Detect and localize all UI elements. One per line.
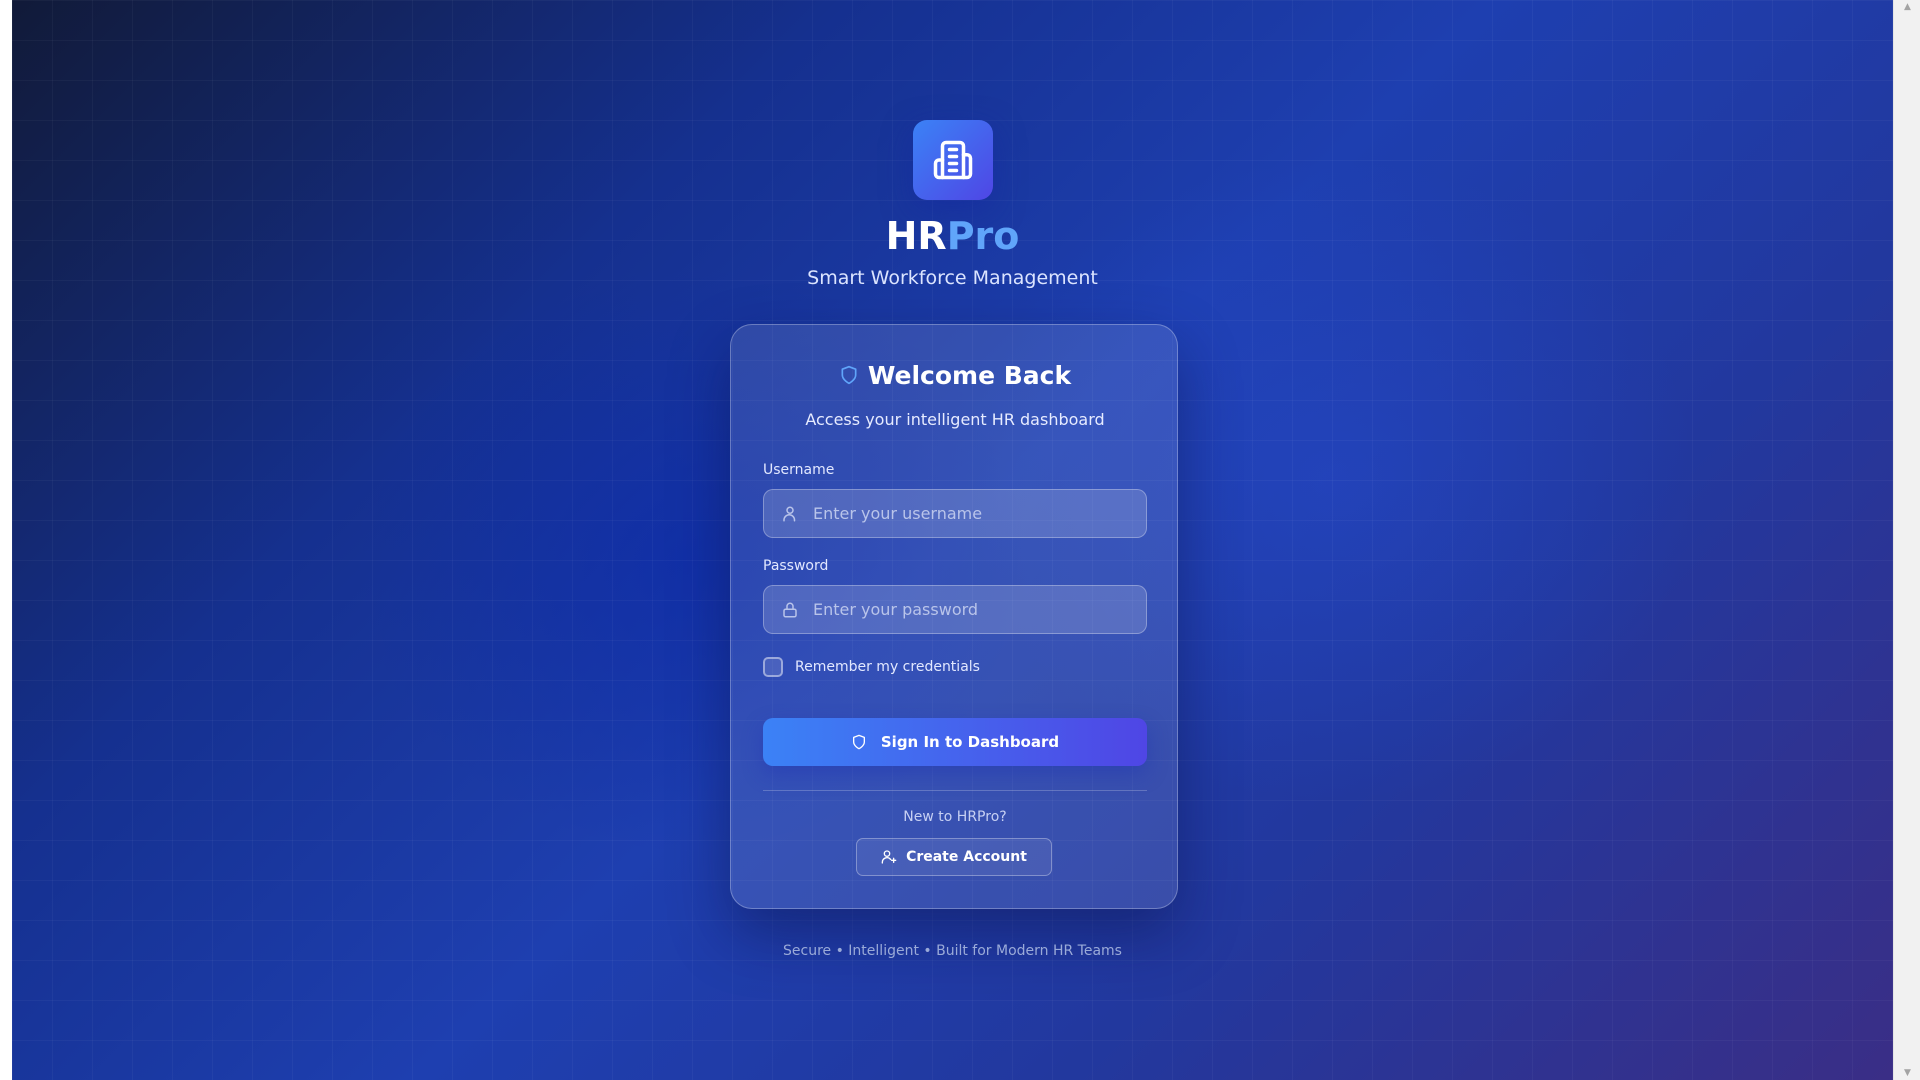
scrollbar[interactable]: ▲ ▼ <box>1893 0 1920 1080</box>
brand-name: HRPro <box>12 208 1893 264</box>
brand-tagline: Smart Workforce Management <box>807 267 1098 289</box>
login-card: Welcome Back Access your intelligent HR … <box>730 324 1178 909</box>
card-title-text: Welcome Back <box>867 360 1072 390</box>
brand-name-part1: HR <box>885 214 947 258</box>
shield-icon <box>841 365 857 385</box>
user-plus-icon <box>881 850 897 864</box>
user-icon <box>783 506 796 521</box>
password-input[interactable] <box>813 600 1113 619</box>
lock-icon <box>783 602 797 617</box>
brand-name-part2: Pro <box>946 214 1020 258</box>
footer-text: Secure • Intelligent • Built for Modern … <box>783 943 1122 959</box>
signin-button-label: Sign In to Dashboard <box>880 733 1060 751</box>
remember-label[interactable]: Remember my credentials <box>795 659 980 675</box>
new-user-prompt: New to HRPro? <box>903 809 1007 825</box>
password-field[interactable] <box>763 585 1147 634</box>
create-account-label: Create Account <box>906 849 1027 865</box>
scroll-up-icon[interactable]: ▲ <box>1894 0 1920 14</box>
card-subtitle: Access your intelligent HR dashboard <box>805 410 1105 429</box>
create-account-button[interactable]: Create Account <box>856 838 1052 876</box>
remember-row[interactable]: Remember my credentials <box>763 657 980 677</box>
shield-icon <box>852 734 865 750</box>
divider <box>763 790 1147 791</box>
building-icon <box>933 140 973 180</box>
username-input[interactable] <box>813 504 1113 523</box>
signin-button[interactable]: Sign In to Dashboard <box>763 718 1147 766</box>
card-title: Welcome Back <box>731 355 1179 395</box>
username-field[interactable] <box>763 489 1147 538</box>
password-label: Password <box>763 558 829 574</box>
scroll-down-icon[interactable]: ▼ <box>1894 1066 1920 1080</box>
page-edge <box>0 0 12 1080</box>
brand-logo <box>913 120 993 200</box>
username-label: Username <box>763 462 835 478</box>
remember-checkbox[interactable] <box>763 657 783 677</box>
login-page: HRPro Smart Workforce Management Welcome… <box>12 0 1893 1080</box>
